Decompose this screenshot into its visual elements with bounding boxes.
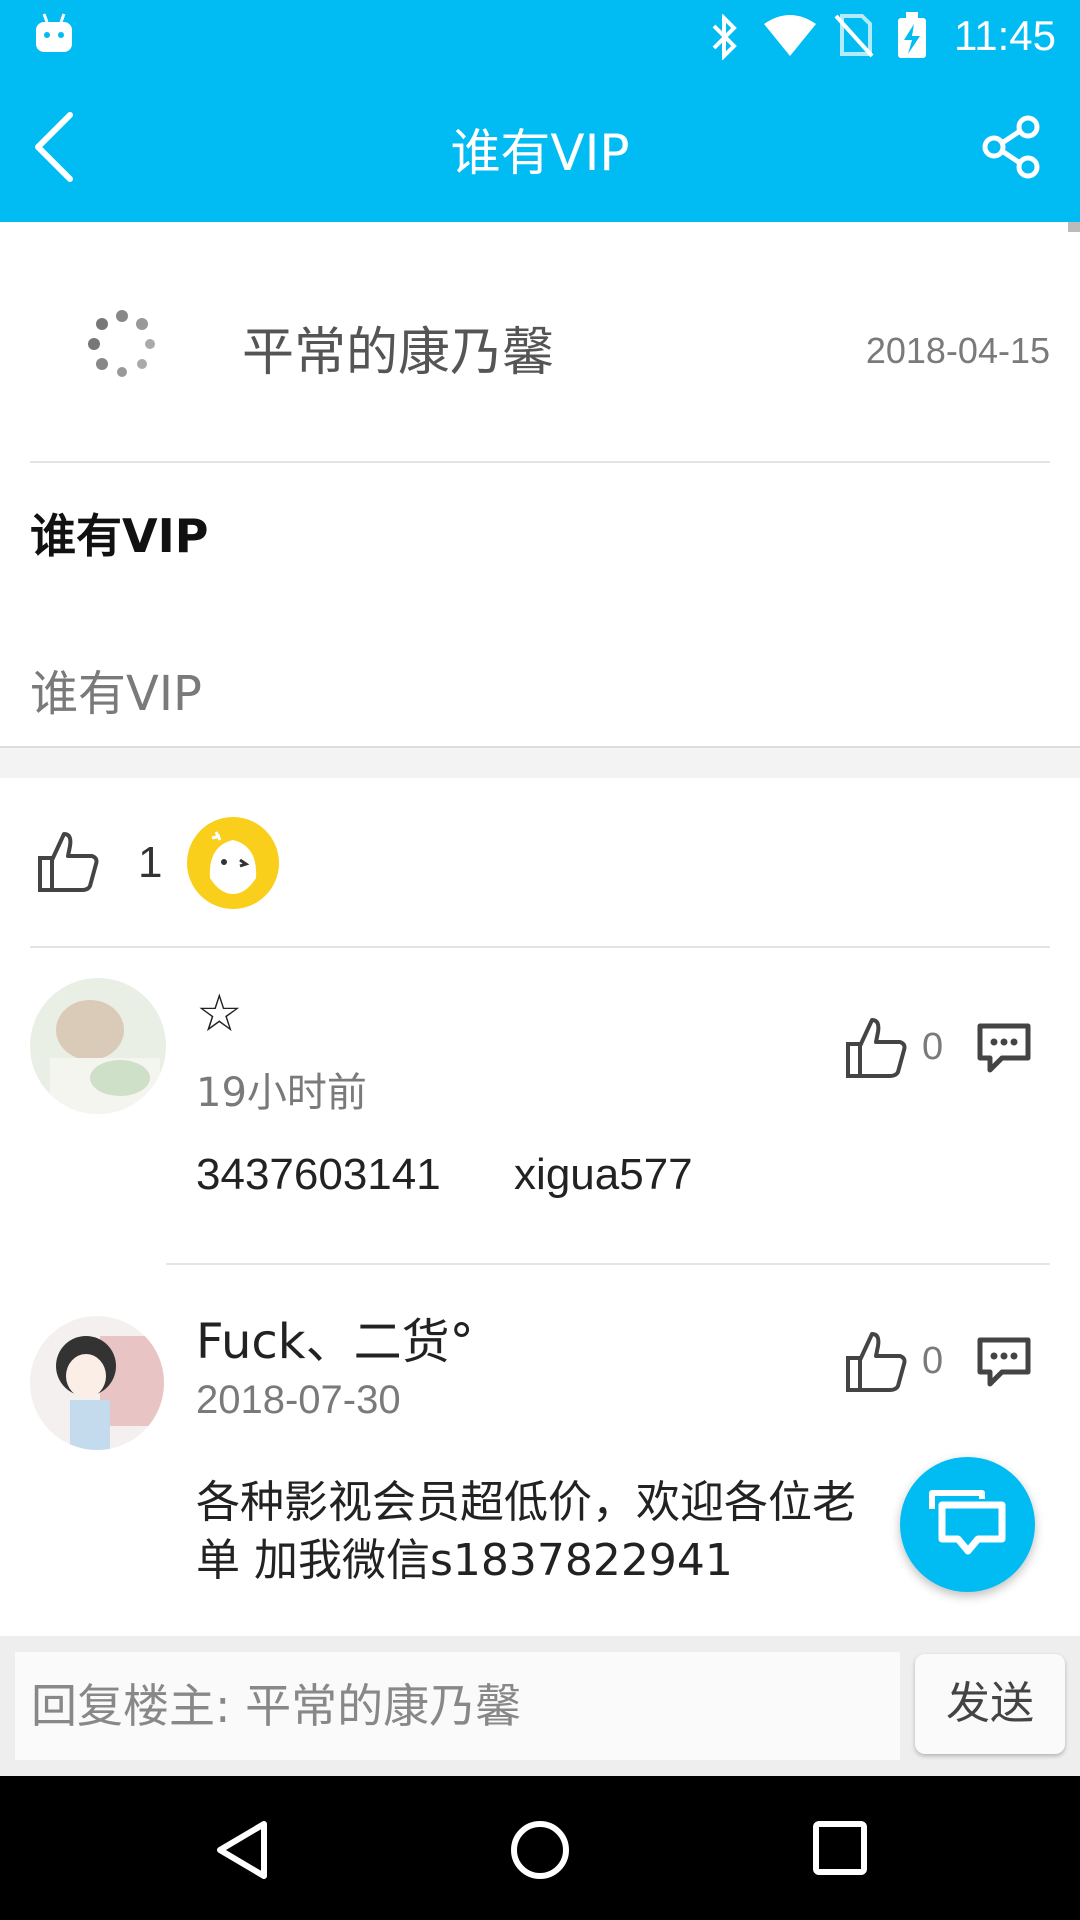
app-bar: 谁有VIP (0, 75, 1080, 222)
commenter-avatar[interactable] (30, 978, 166, 1114)
comment-time: 19小时前 (196, 1070, 367, 1116)
divider (166, 1263, 1050, 1265)
nav-home-icon[interactable] (508, 1818, 572, 1882)
bluetooth-icon (712, 14, 737, 60)
page-title: 谁有VIP (450, 124, 630, 182)
comment-content: 3437603141 xigua577 (196, 1150, 693, 1199)
wifi-icon (764, 15, 816, 56)
android-icon (36, 13, 72, 52)
comment-item: ☆ 19小时前 0 3437603141 xigua577 (0, 950, 1080, 1266)
thumbs-up-icon[interactable] (36, 830, 100, 894)
share-icon[interactable] (980, 115, 1044, 179)
commenter-avatar[interactable] (30, 1316, 164, 1450)
comment-item: Fuck、二货° 2018-07-30 0 各种影视会员超低价，欢迎各位老 单 … (0, 1266, 1080, 1636)
chat-bubbles-icon (929, 1490, 1006, 1555)
comment-content-line-1: 各种影视会员超低价，欢迎各位老 (196, 1477, 856, 1528)
reply-bubble-icon[interactable] (976, 1022, 1032, 1074)
like-count: 1 (138, 838, 163, 887)
comment-content-line-2: 单 加我微信s1837822941 (196, 1535, 733, 1586)
post-body: 谁有VIP (30, 666, 202, 722)
comment-username: ☆ (196, 984, 243, 1044)
nav-recents-icon[interactable] (812, 1820, 868, 1876)
comment-username: Fuck、二货° (196, 1314, 474, 1370)
reply-bubble-icon[interactable] (976, 1336, 1032, 1388)
comment-like-icon[interactable] (844, 1330, 908, 1394)
status-time: 11:45 (954, 12, 1056, 59)
comment-time: 2018-07-30 (196, 1378, 401, 1422)
reply-input[interactable] (15, 1652, 900, 1760)
divider (30, 946, 1050, 948)
loading-spinner-icon (88, 310, 155, 377)
liker-avatar[interactable] (186, 816, 280, 910)
comment-like-icon[interactable] (844, 1016, 908, 1080)
no-sim-icon (834, 14, 874, 58)
comment-like-count: 0 (922, 1026, 944, 1068)
chat-fab-button[interactable] (900, 1457, 1035, 1592)
scroll-indicator[interactable] (1068, 222, 1080, 232)
nav-back-icon[interactable] (212, 1818, 272, 1882)
comment-like-count: 0 (922, 1340, 944, 1382)
status-bar: 11:45 (0, 0, 1080, 75)
post-author[interactable]: 平常的康乃馨 (242, 310, 554, 385)
divider (30, 461, 1050, 463)
battery-charging-icon (898, 12, 926, 58)
post-title: 谁有VIP (30, 509, 209, 563)
system-nav-bar (0, 1776, 1080, 1920)
reply-bar: 发送 (0, 1636, 1080, 1776)
section-gap (0, 748, 1080, 778)
post-date: 2018-04-15 (865, 330, 1050, 371)
send-button[interactable]: 发送 (915, 1654, 1065, 1754)
